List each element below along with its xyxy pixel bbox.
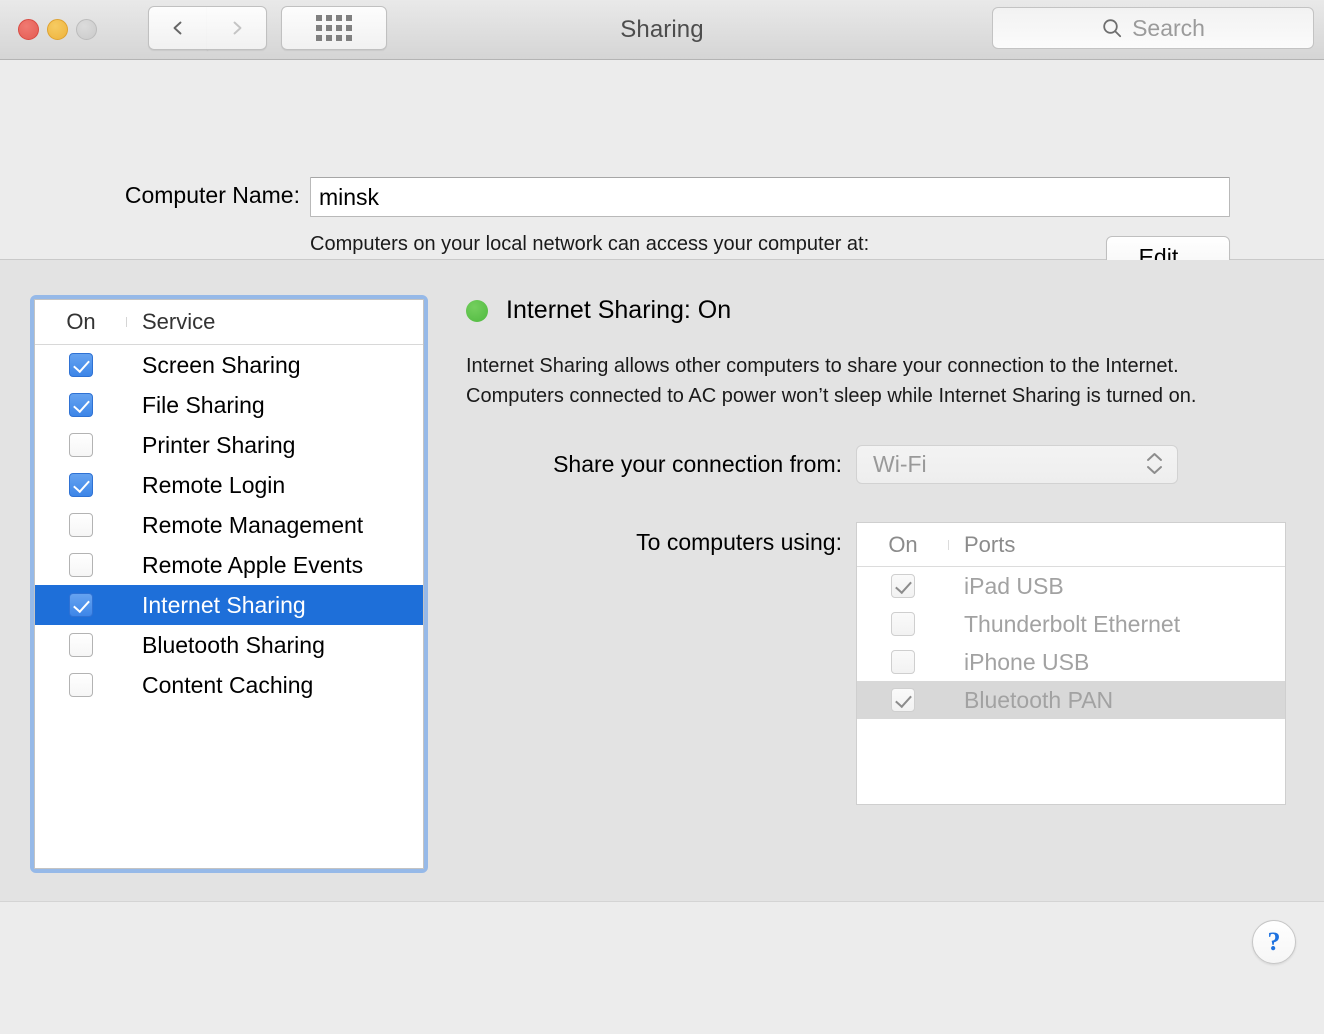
ports-column-ports: Ports: [964, 531, 1016, 557]
ports-list[interactable]: On Ports iPad USB Thunderbolt Ethernet iPh…: [856, 522, 1286, 805]
port-row[interactable]: iPad USB: [857, 567, 1285, 605]
chevron-updown-icon: [1146, 452, 1163, 475]
checkbox-unchecked-icon[interactable]: [69, 633, 93, 657]
service-row[interactable]: Remote Apple Events: [35, 545, 423, 585]
service-row-checkbox-cell: [35, 673, 127, 697]
service-row[interactable]: Printer Sharing: [35, 425, 423, 465]
checkbox-checked-icon[interactable]: [891, 574, 915, 598]
port-row-checkbox-cell: [857, 574, 949, 598]
checkbox-unchecked-icon[interactable]: [69, 673, 93, 697]
search-input[interactable]: Search: [992, 7, 1314, 49]
share-from-label: Share your connection from:: [553, 451, 842, 477]
service-row-label: Printer Sharing: [142, 431, 296, 458]
service-row-checkbox-cell: [35, 633, 127, 657]
checkbox-checked-icon[interactable]: [891, 688, 915, 712]
checkbox-checked-icon[interactable]: [69, 393, 93, 417]
service-status-title: Internet Sharing: On: [506, 296, 732, 324]
port-row-checkbox-cell: [857, 688, 949, 712]
computer-name-help-line1: Computers on your local network can acce…: [310, 233, 870, 255]
service-list[interactable]: On Service Screen Sharing File Sharing Pri…: [34, 299, 424, 869]
checkbox-checked-icon[interactable]: [69, 473, 93, 497]
status-indicator-icon: [466, 299, 488, 322]
service-row-label: Internet Sharing: [142, 591, 306, 618]
service-status-row: Internet Sharing: On: [466, 296, 731, 325]
ports-rows-container: iPad USB Thunderbolt Ethernet iPhone USB Bl…: [857, 567, 1285, 719]
service-row[interactable]: Content Caching: [35, 665, 423, 705]
service-row[interactable]: Remote Login: [35, 465, 423, 505]
service-column-service: Service: [142, 309, 216, 334]
service-list-focus-ring: On Service Screen Sharing File Sharing Pri…: [30, 295, 428, 873]
service-row[interactable]: File Sharing: [35, 385, 423, 425]
port-row-label: iPhone USB: [964, 648, 1090, 675]
checkbox-unchecked-icon[interactable]: [69, 553, 93, 577]
computer-name-label: Computer Name:: [124, 182, 300, 208]
window-footer: ?: [0, 902, 1324, 1032]
port-row-checkbox-cell: [857, 650, 949, 674]
service-column-on: On: [35, 309, 127, 335]
computer-name-section: Computer Name: Computers on your local n…: [0, 60, 1324, 282]
service-row-label: Screen Sharing: [142, 351, 301, 378]
service-row-label: File Sharing: [142, 391, 265, 418]
port-row[interactable]: Bluetooth PAN: [857, 681, 1285, 719]
checkbox-unchecked-icon[interactable]: [891, 650, 915, 674]
service-row[interactable]: Bluetooth Sharing: [35, 625, 423, 665]
checkbox-checked-icon[interactable]: [69, 353, 93, 377]
preferences-window: Sharing Search Computer Name: Computers …: [0, 0, 1324, 1034]
share-from-popup-button[interactable]: Wi-Fi: [856, 445, 1178, 484]
port-row-checkbox-cell: [857, 612, 949, 636]
help-button[interactable]: ?: [1252, 920, 1296, 964]
service-row-checkbox-cell: [35, 593, 127, 617]
service-row-checkbox-cell: [35, 513, 127, 537]
service-row-label: Remote Login: [142, 471, 286, 498]
checkbox-unchecked-icon[interactable]: [69, 433, 93, 457]
checkbox-checked-icon[interactable]: [69, 593, 93, 617]
port-row[interactable]: Thunderbolt Ethernet: [857, 605, 1285, 643]
service-row[interactable]: Screen Sharing: [35, 345, 423, 385]
ports-column-on: On: [857, 532, 949, 558]
share-from-row: Share your connection from: Wi-Fi: [466, 445, 1178, 484]
checkbox-unchecked-icon[interactable]: [69, 513, 93, 537]
main-content-area: On Service Screen Sharing File Sharing Pri…: [0, 260, 1324, 902]
service-row-label: Bluetooth Sharing: [142, 631, 325, 658]
search-icon: [1103, 19, 1122, 38]
service-description: Internet Sharing allows other computers …: [466, 355, 1197, 407]
ports-list-header: On Ports: [857, 523, 1285, 567]
service-row[interactable]: Remote Management: [35, 505, 423, 545]
service-row-label: Remote Apple Events: [142, 551, 364, 578]
port-row-label: Bluetooth PAN: [964, 686, 1114, 713]
port-row-label: iPad USB: [964, 572, 1064, 599]
search-placeholder: Search: [1132, 14, 1205, 41]
service-row-checkbox-cell: [35, 553, 127, 577]
service-detail-pane: Internet Sharing: On Internet Sharing al…: [466, 260, 1324, 901]
service-row-checkbox-cell: [35, 473, 127, 497]
service-row-checkbox-cell: [35, 433, 127, 457]
port-row[interactable]: iPhone USB: [857, 643, 1285, 681]
share-from-value: Wi-Fi: [873, 451, 927, 477]
to-computers-label: To computers using:: [636, 529, 842, 555]
service-row-checkbox-cell: [35, 393, 127, 417]
service-list-header: On Service: [35, 300, 423, 345]
to-computers-row: To computers using: On Ports iPad USB Thu…: [466, 522, 1286, 805]
service-row-checkbox-cell: [35, 353, 127, 377]
service-rows-container: Screen Sharing File Sharing Printer Sharin…: [35, 345, 423, 705]
service-row[interactable]: Internet Sharing: [35, 585, 423, 625]
service-row-label: Content Caching: [142, 671, 314, 698]
port-row-label: Thunderbolt Ethernet: [964, 610, 1181, 637]
service-row-label: Remote Management: [142, 511, 364, 538]
checkbox-unchecked-icon[interactable]: [891, 612, 915, 636]
computer-name-field[interactable]: [310, 177, 1230, 217]
window-titlebar: Sharing Search: [0, 0, 1324, 60]
